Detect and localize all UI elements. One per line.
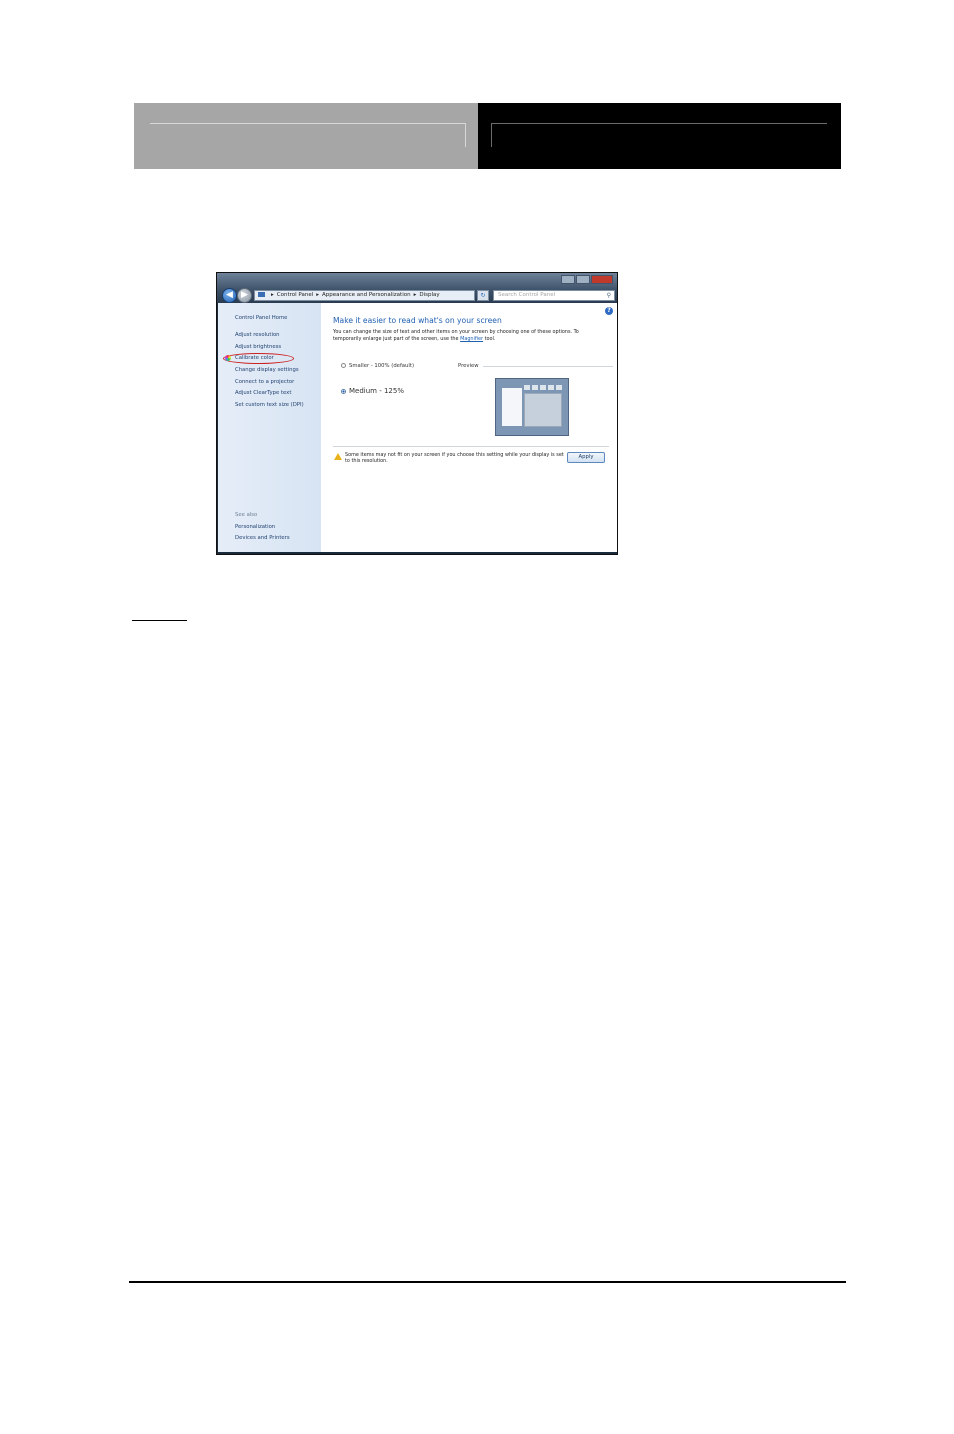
apply-button[interactable]: Apply (567, 452, 605, 463)
description-text: You can change the size of text and othe… (333, 329, 579, 342)
radio-medium[interactable] (341, 388, 346, 394)
display-content-pane: ? Make it easier to read what's on your … (321, 303, 617, 552)
close-button[interactable] (591, 275, 613, 284)
radio-smaller[interactable] (341, 363, 346, 368)
note-underline (132, 620, 187, 621)
option-medium-label: Medium - 125% (349, 387, 404, 395)
description-text-end: tool. (484, 335, 496, 342)
help-icon[interactable]: ? (605, 307, 613, 315)
header-bar-right (478, 103, 841, 169)
control-panel-icon (258, 292, 265, 297)
display-settings-window: ◀ ▶ ▸ Control Panel ▸ Appearance and Person… (216, 272, 618, 555)
window-titlebar: ◀ ▶ ▸ Control Panel ▸ Appearance and Person… (217, 273, 617, 303)
preview-sidebar (502, 388, 522, 426)
forward-button[interactable]: ▶ (237, 288, 252, 303)
sidebar-item-adjust-cleartype[interactable]: Adjust ClearType text (235, 390, 291, 396)
color-wheel-icon (225, 355, 231, 361)
page-description: You can change the size of text and othe… (333, 329, 608, 342)
option-smaller[interactable]: Smaller - 100% (default) (341, 363, 414, 369)
chevron-right-icon: ▸ (271, 292, 274, 298)
footer-rule (129, 1281, 846, 1283)
preview-rule (483, 366, 613, 367)
header-left-rule (150, 123, 466, 124)
option-smaller-label: Smaller - 100% (default) (349, 363, 415, 369)
sidebar-item-control-panel-home[interactable]: Control Panel Home (235, 315, 287, 321)
header-left-tick (465, 123, 466, 147)
sidebar-item-calibrate-color[interactable]: Calibrate color (235, 355, 274, 361)
breadcrumb-display[interactable]: Display (419, 292, 439, 298)
header-bar-left (134, 103, 478, 169)
back-button[interactable]: ◀ (222, 288, 237, 303)
refresh-icon: ↻ (480, 292, 486, 299)
maximize-button[interactable] (576, 275, 590, 284)
sidebar-link-devices-printers[interactable]: Devices and Printers (235, 535, 290, 541)
breadcrumb-appearance[interactable]: Appearance and Personalization (322, 292, 411, 298)
minimize-button[interactable] (561, 275, 575, 284)
sidebar-item-adjust-resolution[interactable]: Adjust resolution (235, 332, 280, 338)
see-also-label: See also (235, 512, 258, 518)
search-input[interactable]: Search Control Panel ⚲ (493, 290, 615, 301)
sidebar-item-connect-projector[interactable]: Connect to a projector (235, 379, 294, 385)
sidebar-item-custom-text-size[interactable]: Set custom text size (DPI) (235, 402, 304, 408)
magnifier-link[interactable]: Magnifier (460, 336, 483, 342)
sidebar-item-adjust-brightness[interactable]: Adjust brightness (235, 344, 281, 350)
preview-window (524, 393, 562, 427)
address-bar[interactable]: ▸ Control Panel ▸ Appearance and Personaliz… (254, 290, 475, 301)
window-controls (561, 275, 613, 284)
header-right-rule (491, 123, 827, 124)
back-arrow-icon: ◀ (226, 290, 233, 300)
forward-arrow-icon: ▶ (241, 290, 248, 300)
content-divider (333, 446, 609, 447)
page-title: Make it easier to read what's on your sc… (333, 316, 502, 325)
breadcrumb-control-panel[interactable]: Control Panel (277, 292, 313, 298)
refresh-button[interactable]: ↻ (477, 290, 489, 301)
search-icon[interactable]: ⚲ (607, 291, 611, 300)
chevron-right-icon: ▸ (316, 292, 319, 298)
sidebar-item-change-display-settings[interactable]: Change display settings (235, 367, 299, 373)
sidebar-link-personalization[interactable]: Personalization (235, 524, 275, 530)
task-sidebar: Control Panel Home Adjust resolution Adj… (218, 303, 321, 552)
preview-tiles (524, 385, 562, 390)
warning-icon (334, 453, 342, 460)
warning-message: Some items may not fit on your screen if… (345, 452, 564, 465)
header-right-tick (491, 123, 492, 147)
chevron-right-icon: ▸ (413, 292, 417, 298)
preview-label: Preview (458, 363, 479, 369)
search-placeholder: Search Control Panel (498, 292, 556, 298)
preview-thumbnail (495, 378, 569, 436)
option-medium[interactable]: Medium - 125% (341, 387, 404, 395)
